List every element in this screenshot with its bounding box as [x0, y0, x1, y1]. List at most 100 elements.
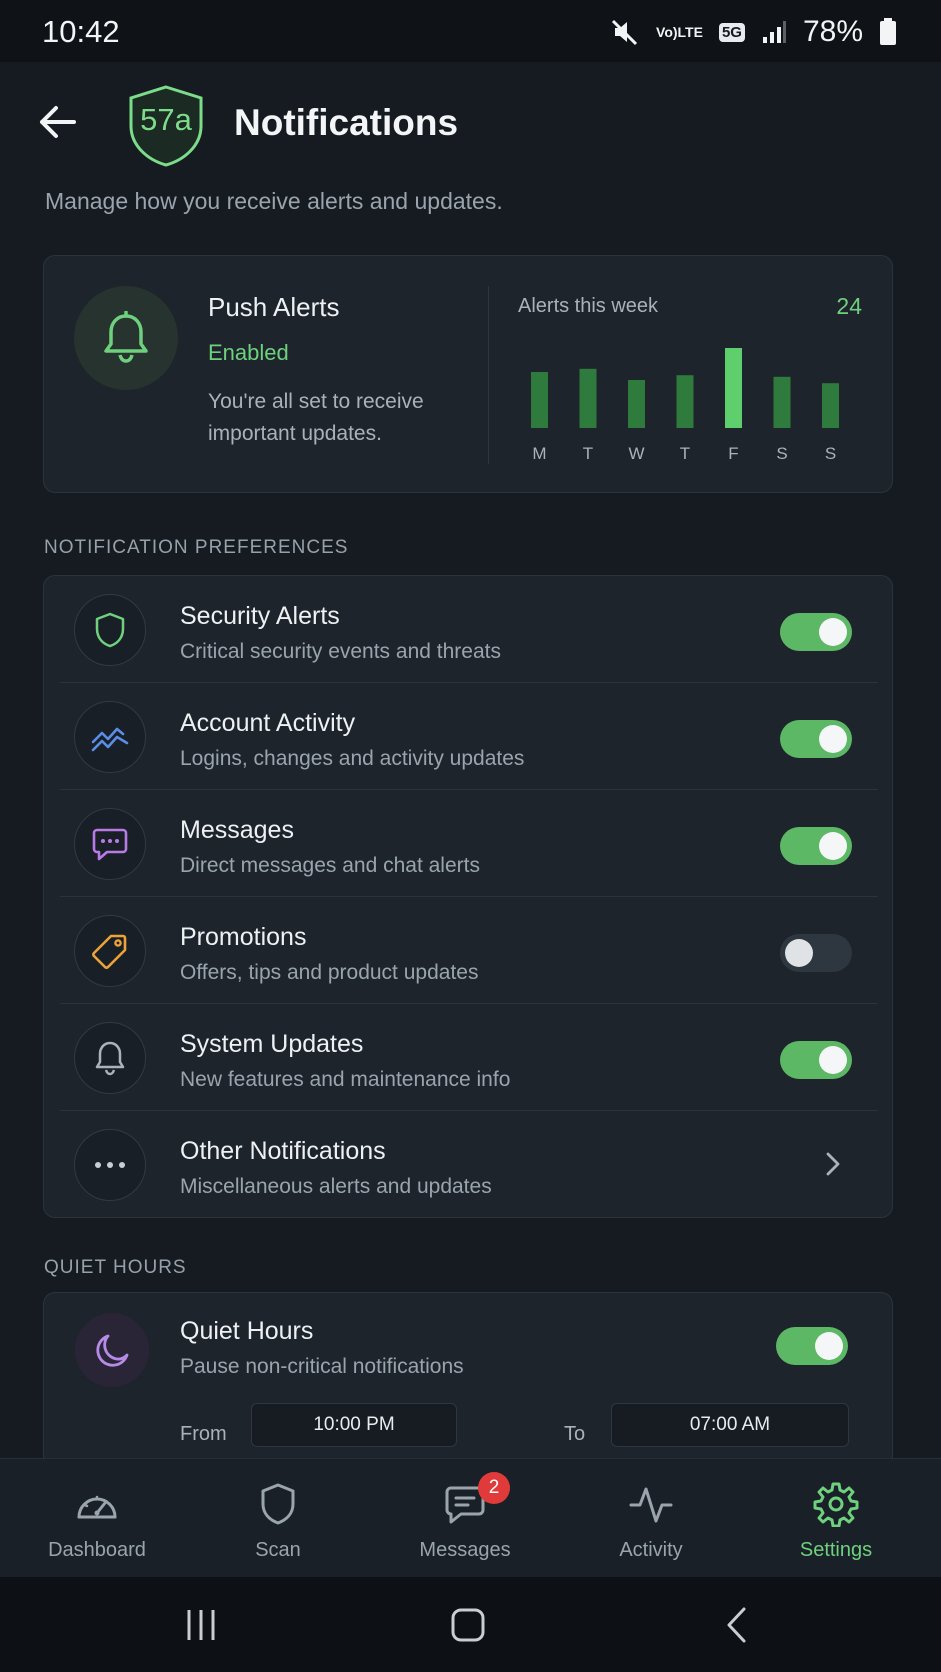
push-alerts-title: Push Alerts	[208, 292, 340, 322]
quiet-hours-card: Quiet Hours Pause non-critical notificat…	[43, 1292, 893, 1472]
pref-description: New features and maintenance info	[180, 1068, 511, 1091]
volte-indicator: Vo) LTE	[656, 24, 703, 40]
pref-title: Messages	[180, 816, 294, 844]
to-label: To	[564, 1423, 586, 1445]
day-label-1: T	[583, 444, 593, 463]
system-back-button[interactable]	[706, 1603, 766, 1647]
battery-icon	[879, 18, 897, 46]
from-label: From	[180, 1423, 227, 1445]
nav-settings[interactable]: Settings	[761, 1459, 911, 1578]
network-badge: 5G	[718, 22, 745, 42]
quiet-hours-description: Pause non-critical notifications	[180, 1355, 464, 1378]
quiet-hours-toggle[interactable]	[776, 1327, 848, 1365]
bar-0	[531, 372, 548, 428]
bar-6	[822, 383, 839, 428]
pref-title: Security Alerts	[180, 602, 340, 630]
bar-4	[725, 348, 742, 428]
activity-chart-icon	[74, 701, 146, 773]
arrow-left-icon	[40, 106, 76, 138]
notifications-screen: 10:42 Vo) LTE 5G 78% 57a Notifications M…	[0, 0, 941, 1672]
signal-icon	[761, 19, 787, 45]
nav-label: Activity	[619, 1539, 683, 1561]
day-label-6: S	[825, 444, 836, 463]
nav-label: Settings	[799, 1539, 873, 1561]
status-bar: 10:42 Vo) LTE 5G 78%	[0, 0, 941, 62]
battery-percent: 78%	[802, 15, 863, 48]
day-label-4: F	[728, 444, 738, 463]
pref-row-system-updates: System Updates New features and maintena…	[60, 1004, 878, 1111]
nav-label: Scan	[255, 1539, 301, 1561]
nav-label: Messages	[419, 1539, 511, 1561]
push-alerts-description: You're all set to receive important upda…	[208, 390, 424, 445]
security-alerts-toggle[interactable]	[780, 613, 852, 651]
chevron-right-icon[interactable]	[818, 1149, 848, 1179]
pref-description: Direct messages and chat alerts	[180, 854, 480, 877]
page-title: Notifications	[234, 102, 459, 143]
more-dots-icon	[74, 1129, 146, 1201]
pref-row-security-alerts: Security Alerts Critical security events…	[60, 576, 878, 683]
week-label: Alerts this week	[518, 295, 659, 317]
nav-label: Dashboard	[48, 1539, 146, 1561]
bar-3	[676, 375, 694, 428]
moon-icon	[75, 1313, 149, 1387]
shield-icon	[253, 1479, 303, 1529]
preferences-section-label: NOTIFICATION PREFERENCES	[44, 537, 349, 558]
gear-icon	[811, 1479, 861, 1529]
from-time-field[interactable]: 10:00 PM	[251, 1403, 457, 1447]
promotions-toggle[interactable]	[780, 934, 852, 972]
messages-toggle[interactable]	[780, 827, 852, 865]
weekly-alerts-chart: MTWTFSS	[531, 348, 839, 463]
home-icon	[451, 1608, 485, 1642]
header: 57a Notifications	[0, 62, 941, 192]
bell-icon	[74, 1022, 146, 1094]
shield-icon	[74, 594, 146, 666]
recent-apps-button[interactable]	[171, 1603, 231, 1647]
status-icons: Vo) LTE 5G 78%	[610, 12, 897, 52]
system-updates-toggle[interactable]	[780, 1041, 852, 1079]
pulse-icon	[626, 1479, 676, 1529]
bell-icon	[74, 286, 178, 390]
logo-text: 57a	[140, 102, 192, 137]
pref-description: Offers, tips and product updates	[180, 961, 479, 984]
pref-description: Critical security events and threats	[180, 640, 501, 663]
gauge-icon	[72, 1479, 122, 1529]
pref-title: Other Notifications	[180, 1137, 386, 1165]
pref-title: Account Activity	[180, 709, 356, 737]
card-divider	[488, 286, 489, 464]
tag-icon	[74, 915, 146, 987]
nav-scan[interactable]: Scan	[203, 1459, 353, 1578]
quiet-hours-section-label: QUIET HOURS	[44, 1257, 187, 1278]
system-nav-bar	[0, 1577, 941, 1672]
back-button[interactable]	[36, 100, 80, 144]
page-subtitle: Manage how you receive alerts and update…	[45, 188, 503, 214]
week-count: 24	[836, 293, 862, 319]
pref-row-promotions: Promotions Offers, tips and product upda…	[60, 897, 878, 1004]
home-button[interactable]	[438, 1603, 498, 1647]
nav-activity[interactable]: Activity	[576, 1459, 726, 1578]
preferences-card: Security Alerts Critical security events…	[43, 575, 893, 1218]
pref-title: Promotions	[180, 923, 307, 951]
bottom-nav: Dashboard Scan Messages 2 Activity Setti	[0, 1458, 941, 1577]
nav-dashboard[interactable]: Dashboard	[22, 1459, 172, 1578]
chevron-left-icon	[727, 1607, 746, 1643]
pref-title: System Updates	[180, 1030, 364, 1058]
day-label-5: S	[776, 444, 787, 463]
account-activity-toggle[interactable]	[780, 720, 852, 758]
pref-row-messages: Messages Direct messages and chat alerts	[60, 790, 878, 897]
day-label-0: M	[532, 444, 546, 463]
push-alerts-status: Enabled	[208, 340, 289, 365]
pref-description: Miscellaneous alerts and updates	[180, 1175, 492, 1198]
nav-messages[interactable]: Messages	[390, 1459, 540, 1578]
push-alerts-card: Push Alerts Enabled You're all set to re…	[43, 255, 893, 493]
messages-badge: 2	[478, 1472, 510, 1504]
day-label-3: T	[680, 444, 690, 463]
bar-1	[579, 368, 597, 428]
bar-2	[628, 380, 645, 428]
mute-icon	[610, 17, 640, 47]
bar-5	[773, 376, 791, 428]
chat-bubble-icon	[74, 808, 146, 880]
pref-row-other-notifications[interactable]: Other Notifications Miscellaneous alerts…	[60, 1111, 878, 1218]
quiet-hours-title: Quiet Hours	[180, 1317, 314, 1345]
pref-description: Logins, changes and activity updates	[180, 747, 525, 770]
to-time-field[interactable]: 07:00 AM	[611, 1403, 849, 1447]
